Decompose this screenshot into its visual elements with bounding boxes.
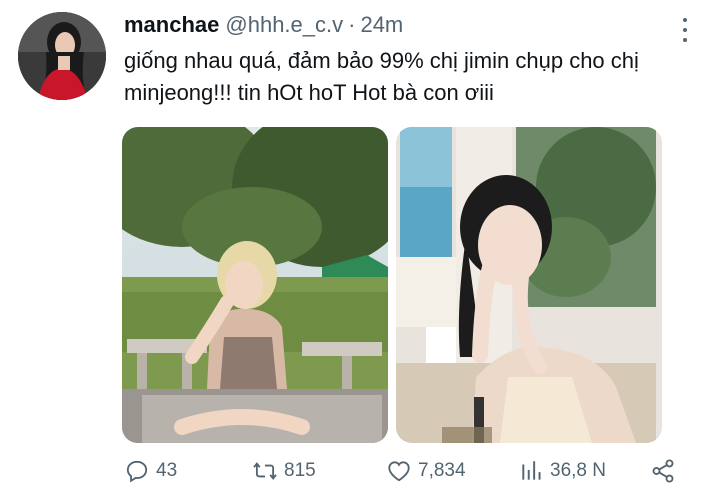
timestamp[interactable]: 24m — [360, 12, 403, 38]
share-icon — [652, 459, 674, 483]
user-handle[interactable]: @hhh.e_c.v — [225, 12, 343, 38]
tweet-text: giống nhau quá, đảm bảo 99% chị jimin ch… — [124, 48, 639, 105]
profile-avatar[interactable] — [18, 12, 106, 100]
retweet-button[interactable]: 815 — [252, 458, 316, 484]
tweet-header: manchae @hhh.e_c.v · 24m — [124, 12, 680, 42]
more-options-icon[interactable] — [678, 18, 692, 42]
retweet-icon — [253, 462, 277, 480]
like-button[interactable]: 7,834 — [386, 458, 466, 484]
views-count: 36,8 N — [550, 460, 606, 481]
reply-button[interactable]: 43 — [124, 458, 177, 484]
like-count: 7,834 — [418, 460, 466, 481]
media-grid — [122, 127, 662, 443]
photo-left[interactable] — [122, 127, 388, 443]
retweet-count: 815 — [284, 460, 316, 481]
separator-dot: · — [348, 12, 356, 37]
tweet-card: manchae @hhh.e_c.v · 24m giống nhau quá,… — [0, 0, 720, 501]
views-chart-icon — [522, 461, 541, 480]
photo-right[interactable] — [396, 127, 662, 443]
display-name[interactable]: manchae — [124, 12, 219, 38]
reply-icon — [126, 460, 148, 483]
tweet-actions: 43 815 7,834 36,8 N — [124, 453, 684, 489]
reply-count: 43 — [156, 460, 178, 481]
heart-icon — [388, 461, 410, 482]
views-button[interactable]: 36,8 N — [518, 458, 606, 484]
share-button[interactable] — [650, 458, 682, 484]
